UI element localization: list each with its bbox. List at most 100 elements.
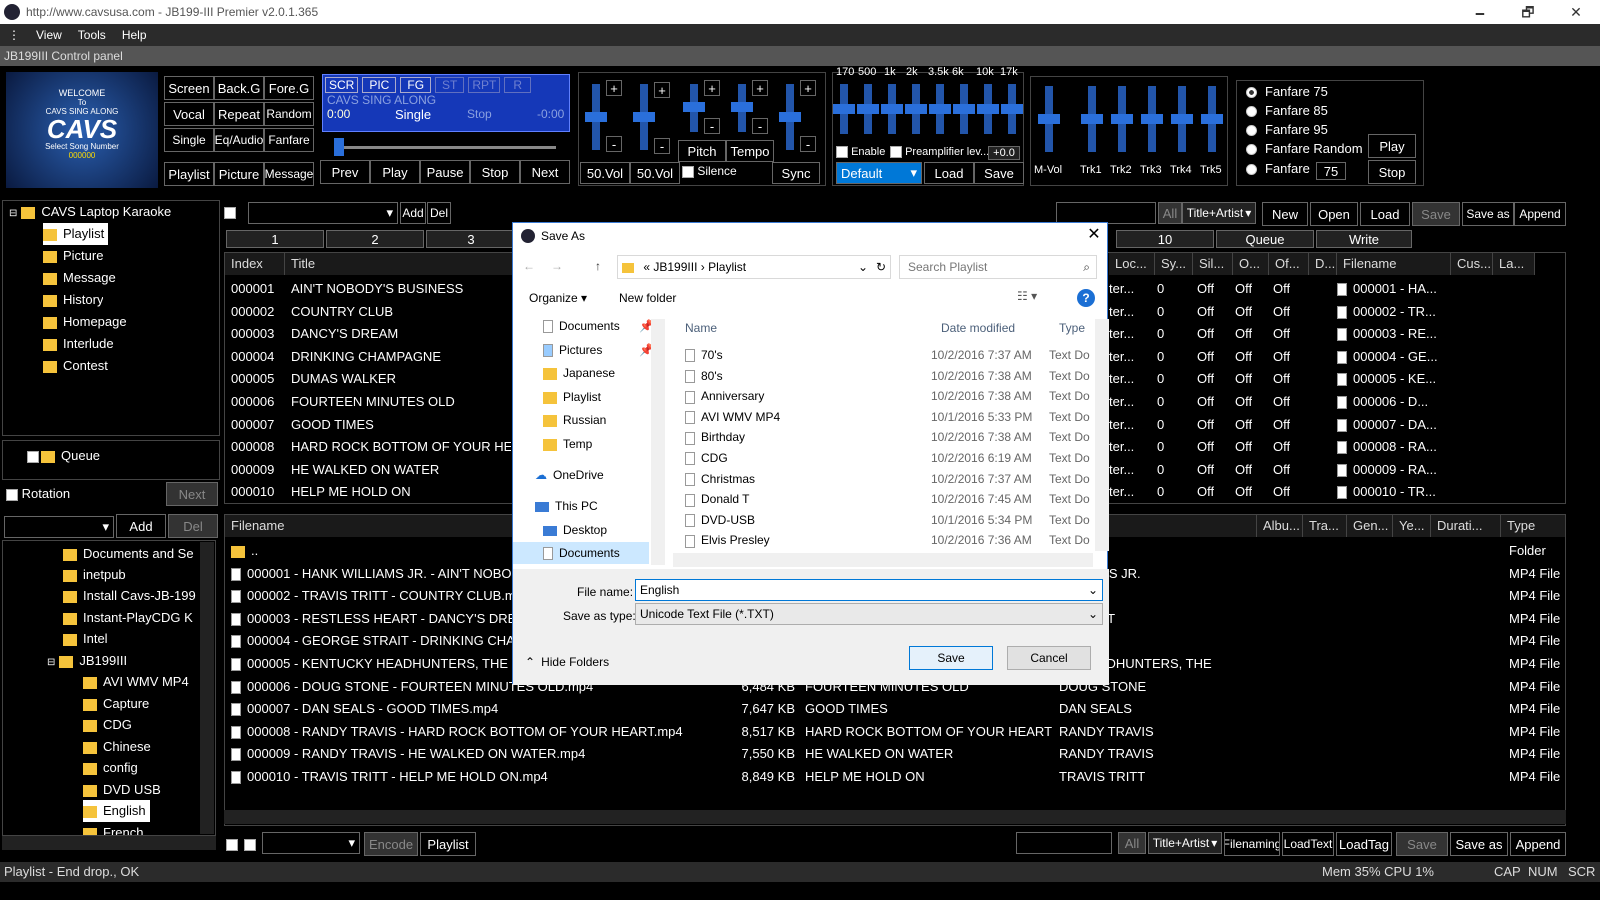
col-genre[interactable]: Gen... [1347, 515, 1393, 537]
filenaming-button[interactable]: Filenaming [1224, 832, 1280, 856]
screen-button[interactable]: Screen [164, 76, 214, 100]
playlist-cell-index[interactable]: 000008 [231, 436, 274, 458]
playlist-cell-sil[interactable]: Off [1197, 414, 1214, 436]
playlist-load-button[interactable]: Load [1360, 202, 1410, 226]
bottom-append-button[interactable]: Append [1510, 832, 1566, 856]
eq-slider-6k[interactable] [953, 84, 975, 134]
playlist-cell-of[interactable]: Off [1273, 391, 1290, 413]
folder-item[interactable]: inetpub [63, 564, 126, 586]
foreg-button[interactable]: Fore.G [264, 76, 314, 100]
col-type[interactable]: Type [1501, 515, 1565, 537]
eq-knob-170[interactable] [833, 104, 855, 114]
playlist-cell-loc[interactable]: ter... [1109, 368, 1134, 390]
playlist-save-as-button[interactable]: Save as [1462, 202, 1514, 226]
trk1-slider[interactable] [1081, 86, 1103, 152]
tree-item-picture[interactable]: Picture [43, 245, 103, 267]
eq-enable-box[interactable] [836, 146, 848, 159]
tag-fg[interactable]: FG [400, 77, 432, 93]
fanfare-stop-button[interactable]: Stop [1368, 160, 1416, 184]
playlist-cell-index[interactable]: 000003 [231, 323, 274, 345]
playlist-cell-of[interactable]: Off [1273, 278, 1290, 300]
playlist-cell-sy[interactable]: 0 [1157, 459, 1164, 481]
playlist-cell-o[interactable]: Off [1235, 301, 1252, 323]
col-date-header[interactable]: Date modified [941, 321, 1015, 335]
rotation-box[interactable] [6, 488, 18, 501]
playlist-button[interactable]: Playlist [164, 162, 214, 186]
trk2-slider[interactable] [1111, 86, 1133, 152]
playlist-cell-filename[interactable]: 000010 - TR... [1337, 481, 1436, 503]
eq-enable-checkbox[interactable]: Enable [836, 146, 885, 159]
trk5-slider[interactable] [1201, 86, 1223, 152]
eq-knob-17k[interactable] [1001, 104, 1023, 114]
col-sy[interactable]: Sy... [1155, 253, 1193, 275]
repeat-button[interactable]: Repeat [214, 102, 264, 126]
nav-playlist[interactable]: Playlist [543, 386, 601, 408]
organize-button[interactable]: Organize ▾ [529, 291, 587, 305]
vol1-minus[interactable]: - [606, 136, 622, 152]
col-sil[interactable]: Sil... [1193, 253, 1233, 275]
playlist-cell-loc[interactable]: ter... [1109, 391, 1134, 413]
playlist-cell-index[interactable]: 000004 [231, 346, 274, 368]
eq-slider-500[interactable] [857, 84, 879, 134]
silence-box[interactable] [682, 165, 694, 178]
playlist-cell-title[interactable]: HELP ME HOLD ON [291, 481, 511, 503]
rotation-checkbox[interactable]: Rotation [6, 486, 70, 501]
playlist-cell-sil[interactable]: Off [1197, 346, 1214, 368]
bottom-checkbox-2[interactable] [244, 836, 256, 851]
playlist-cell-title[interactable]: DRINKING CHAMPAGNE [291, 346, 511, 368]
eq-slider-2k[interactable] [905, 84, 927, 134]
breadcrumb-playlist[interactable]: Playlist [708, 260, 746, 274]
fanfare-85-radio[interactable]: Fanfare 85 [1246, 103, 1328, 118]
radio-icon[interactable] [1246, 125, 1257, 137]
bottom-save-as-button[interactable]: Save as [1450, 832, 1508, 856]
file-row-name[interactable]: 000010 - TRAVIS TRITT - HELP ME HOLD ON.… [231, 766, 548, 788]
col-type-header[interactable]: Type [1059, 321, 1085, 335]
folder-item[interactable]: Intel [63, 628, 108, 650]
close-button[interactable]: ✕ [1552, 0, 1600, 24]
col-loc[interactable]: Loc... [1109, 253, 1155, 275]
chevron-down-icon[interactable]: ⌄ [858, 256, 868, 278]
playlist-cell-of[interactable]: Off [1273, 414, 1290, 436]
menu-view[interactable]: View [28, 28, 70, 42]
help-icon[interactable]: ? [1077, 289, 1095, 307]
tree-item-contest[interactable]: Contest [43, 355, 108, 377]
vol1-slider[interactable] [585, 84, 607, 150]
playlist-cell-sy[interactable]: 0 [1157, 414, 1164, 436]
tree-item-playlist[interactable]: Playlist [43, 223, 109, 245]
dialog-file-item[interactable]: CDG 10/2/2016 6:19 AM Text Do [685, 448, 1105, 468]
pitch-button[interactable]: Pitch [678, 140, 726, 162]
file-list-scrollbar[interactable] [1095, 319, 1109, 551]
playlist-cell-filename[interactable]: 000005 - KE... [1337, 368, 1436, 390]
menu-help[interactable]: Help [114, 28, 155, 42]
col-album[interactable]: Albu... [1257, 515, 1303, 537]
fanfare-value-input[interactable]: 75 [1316, 162, 1346, 180]
tag-scr[interactable]: SCR [325, 77, 359, 93]
playlist-cell-title[interactable]: FOURTEEN MINUTES OLD [291, 391, 511, 413]
sync-minus[interactable]: - [800, 136, 816, 152]
col-o[interactable]: O... [1233, 253, 1269, 275]
file-all-button[interactable]: All [1118, 832, 1146, 854]
playlist-cell-of[interactable]: Off [1273, 481, 1290, 503]
eq-slider-3-5k[interactable] [929, 84, 951, 134]
playlist-cell-of[interactable]: Off [1273, 346, 1290, 368]
save-type-select[interactable]: Unicode Text File (*.TXT) ⌄ [635, 603, 1103, 625]
encode-combo[interactable]: ▾ [262, 832, 360, 854]
collapse-icon[interactable]: ⊟ [9, 208, 17, 219]
next-button[interactable]: Next [520, 160, 570, 184]
radio-selected-icon[interactable] [1246, 87, 1257, 99]
eq-preset-select[interactable]: Default ▾ [836, 162, 922, 184]
bottom-save-button[interactable]: Save [1396, 832, 1448, 856]
col-title[interactable]: Title [285, 253, 525, 275]
nav-scrollbar[interactable] [651, 319, 665, 565]
playlist-cell-loc[interactable]: ter... [1109, 436, 1134, 458]
folder-item[interactable]: ⊟ JB199III [47, 650, 127, 672]
nav-japanese[interactable]: Japanese [543, 362, 615, 384]
loadtag-button[interactable]: LoadTag [1336, 832, 1392, 856]
stop-button[interactable]: Stop [470, 160, 520, 184]
col-of[interactable]: Of... [1269, 253, 1309, 275]
breadcrumb-jb199iii[interactable]: JB199III [653, 260, 697, 274]
playlist-cell-title[interactable]: COUNTRY CLUB [291, 301, 511, 323]
playlist-cell-title[interactable]: HE WALKED ON WATER [291, 459, 511, 481]
vol2-knob[interactable] [633, 112, 655, 122]
file-name-input[interactable]: English ⌄ [635, 579, 1103, 601]
